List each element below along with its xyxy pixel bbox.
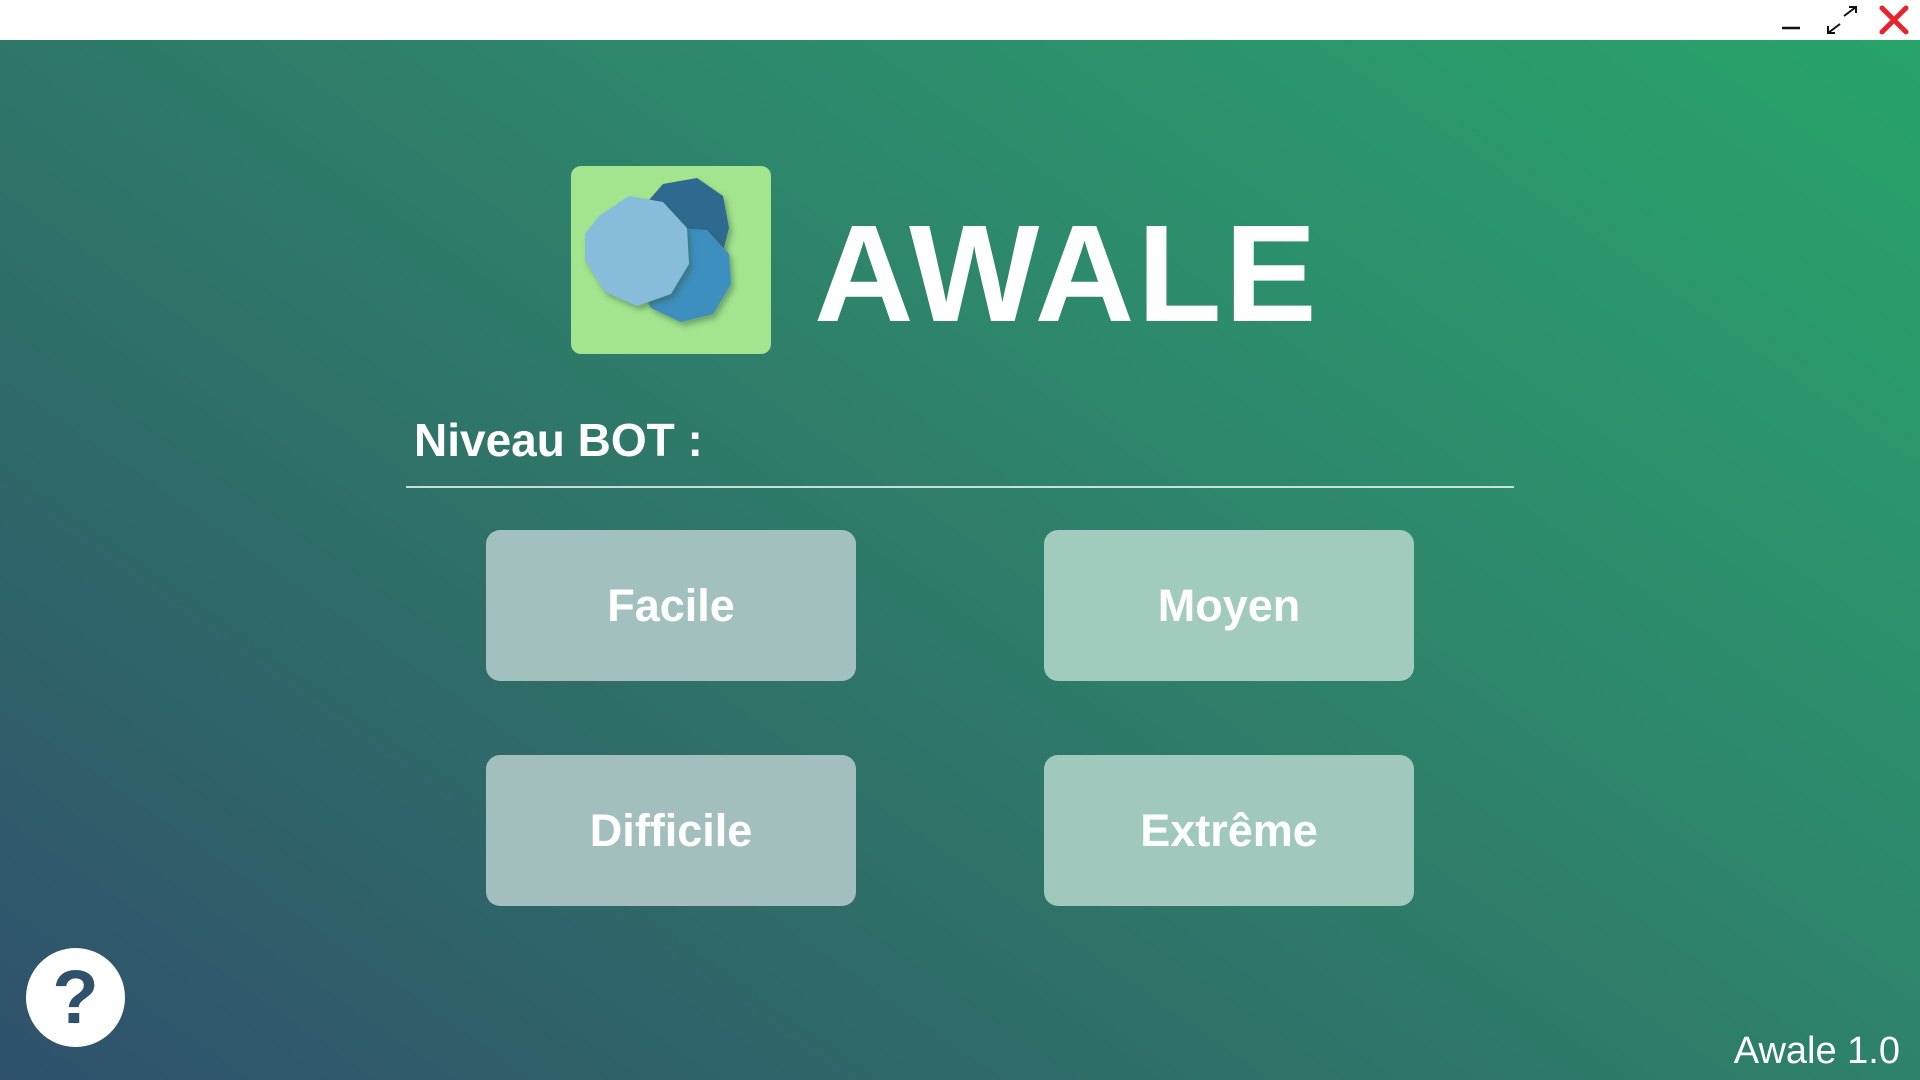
question-mark-icon: ? xyxy=(52,954,99,1040)
app-logo xyxy=(571,166,771,354)
seeds-icon xyxy=(585,178,731,322)
minimize-icon xyxy=(1782,26,1800,30)
level-medium-button[interactable]: Moyen xyxy=(1044,530,1414,681)
main-screen: AWALE Niveau BOT : Facile Moyen Difficil… xyxy=(0,40,1920,1080)
section-divider xyxy=(406,486,1514,488)
window-titlebar xyxy=(0,0,1920,40)
minimize-button[interactable] xyxy=(1771,0,1811,40)
level-easy-button[interactable]: Facile xyxy=(486,530,856,681)
maximize-button[interactable] xyxy=(1822,0,1862,40)
close-icon xyxy=(1879,5,1909,35)
maximize-icon xyxy=(1827,6,1857,34)
version-label: Awale 1.0 xyxy=(1733,1030,1900,1072)
bot-level-label: Niveau BOT : xyxy=(414,414,703,466)
level-hard-button[interactable]: Difficile xyxy=(486,755,856,906)
app-title: AWALE xyxy=(814,197,1320,351)
help-button[interactable]: ? xyxy=(26,948,125,1047)
close-button[interactable] xyxy=(1874,0,1914,40)
level-extreme-button[interactable]: Extrême xyxy=(1044,755,1414,906)
